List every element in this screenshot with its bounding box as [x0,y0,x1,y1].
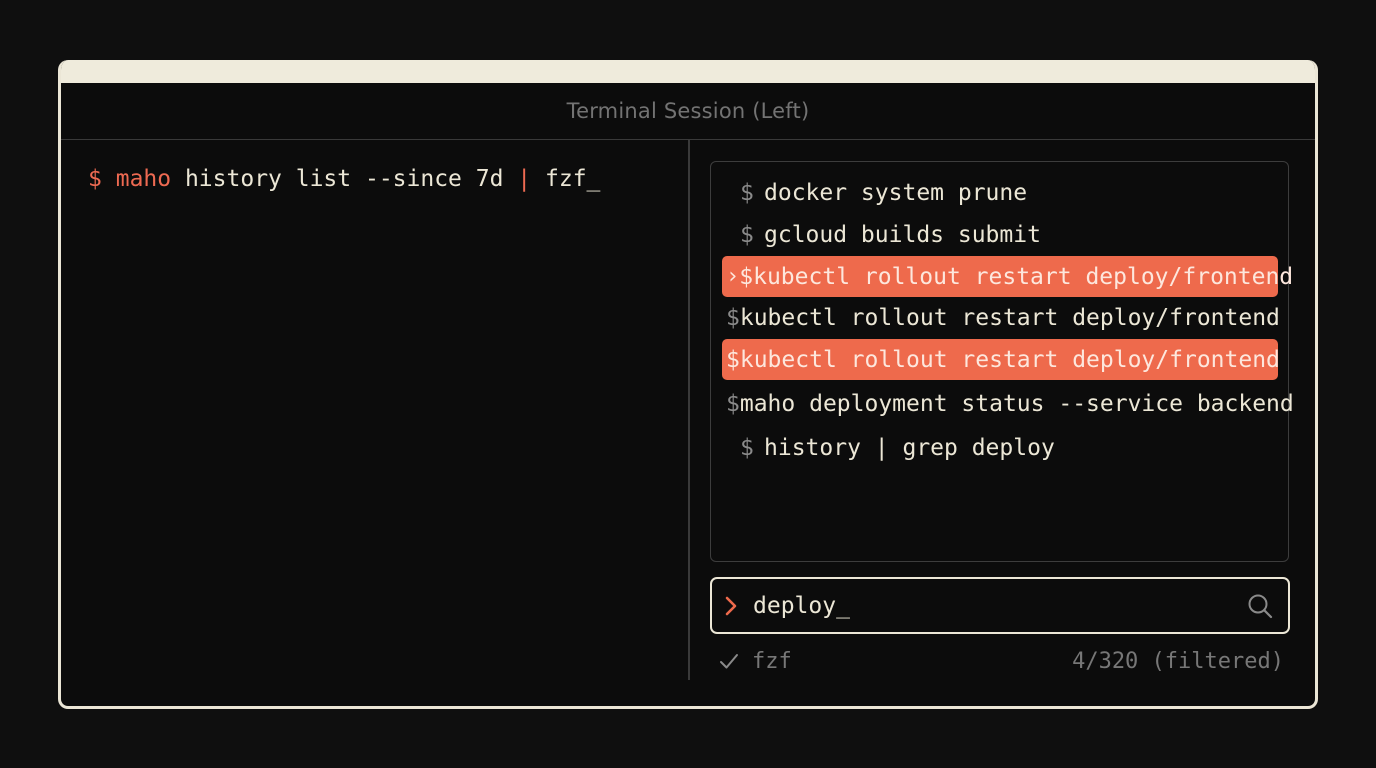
result-command: gcloud builds submit [764,221,1041,248]
prompt-dollar: $ [740,434,754,461]
result-item[interactable]: $ docker system prune [722,172,1278,213]
check-icon [718,650,740,672]
result-command: kubectl rollout restart deploy/frontend [739,346,1280,373]
result-item[interactable]: $ gcloud builds submit [722,214,1278,255]
result-item[interactable]: $ history | grep deploy [722,427,1278,468]
window-header: Terminal Session (Left) [61,83,1315,140]
result-item-selected[interactable]: $ kubectl rollout restart deploy/fronten… [722,339,1280,380]
chevron-right-icon [724,594,742,618]
result-item[interactable]: $ kubectl rollout restart deploy/fronten… [722,297,1280,338]
result-item[interactable]: $ maho deployment status --service backe… [722,383,1294,424]
pipe-symbol: | [517,166,532,192]
match-count: 4/320 (filtered) [1072,648,1284,674]
command-line[interactable]: $ maho history list --since 7d | fzf_ [88,166,600,192]
result-command: history | grep deploy [764,434,1055,461]
fzf-results-list[interactable]: $ docker system prune $ gcloud builds su… [710,161,1294,562]
result-command: kubectl rollout restart deploy/frontend [739,304,1280,331]
prompt-dollar: $ [726,304,740,331]
search-query[interactable]: deploy_ [753,593,850,619]
prompt-dollar: $ [726,390,740,417]
terminal-window: Terminal Session (Left) $ maho history l… [58,60,1318,709]
window-title: Terminal Session (Left) [566,99,810,123]
prompt-dollar: $ [740,221,754,248]
result-command: docker system prune [764,179,1028,206]
command-name: maho [115,166,172,192]
result-command: kubectl rollout restart deploy/frontend [753,263,1294,290]
fzf-pane: $ docker system prune $ gcloud builds su… [690,140,1315,700]
left-terminal-pane[interactable]: $ maho history list --since 7d | fzf_ [61,140,690,680]
prompt-dollar: $ [739,263,754,290]
command-args: history list --since 7d [171,166,518,192]
pipe-target: fzf_ [531,166,601,192]
prompt-dollar: $ [740,179,754,206]
search-icon[interactable] [1246,592,1274,620]
status-label: fzf [752,648,792,674]
window-title-bar[interactable] [61,60,1315,83]
prompt-symbol: $ [88,166,102,192]
result-item-selected[interactable]: › $ kubectl rollout restart deploy/front… [722,256,1293,297]
prompt-dollar: $ [726,346,740,373]
fzf-status-bar: fzf 4/320 (filtered) [718,645,1284,677]
fzf-search-input[interactable]: deploy_ [710,577,1290,634]
chevron-right-icon: › [726,264,740,289]
result-command: maho deployment status --service backend [739,390,1294,417]
